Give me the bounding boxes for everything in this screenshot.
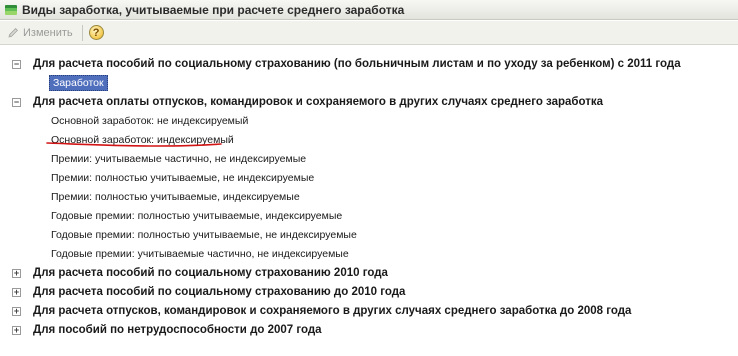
- tree-item-label: Премии: учитываемые частично, не индекси…: [51, 153, 307, 165]
- tree-item[interactable]: Премии: полностью учитываемые, индексиру…: [51, 188, 300, 206]
- pencil-icon: [8, 27, 18, 38]
- collapse-icon[interactable]: −: [12, 59, 21, 69]
- collapse-icon[interactable]: −: [12, 97, 21, 107]
- tree-item-label: Годовые премии: полностью учитываемые, н…: [51, 229, 357, 241]
- expand-icon[interactable]: +: [12, 287, 21, 297]
- tree-view: − Для расчета пособий по социальному стр…: [0, 46, 738, 356]
- tree-group-label: Для расчета пособий по социальному страх…: [33, 267, 388, 279]
- tree-item-label: Годовые премии: полностью учитываемые, и…: [51, 210, 343, 222]
- edit-button[interactable]: Изменить: [4, 23, 76, 43]
- app-icon: [5, 4, 17, 15]
- window-title: Виды заработка, учитываемые при расчете …: [22, 2, 405, 17]
- tree-item-label: Заработок: [49, 75, 108, 91]
- red-underline-annotation: [46, 142, 222, 147]
- tree-group-label: Для расчета оплаты отпусков, командирово…: [33, 96, 604, 108]
- help-icon[interactable]: ?: [88, 25, 104, 40]
- tree-item-label: Основной заработок: не индексируемый: [51, 115, 249, 127]
- tree-item-label: Годовые премии: учитываемые частично, не…: [51, 248, 349, 260]
- tree-item[interactable]: Годовые премии: учитываемые частично, не…: [51, 245, 349, 263]
- tree-group-label: Для расчета отпусков, командировок и сох…: [33, 305, 632, 317]
- tree-group-label: Для расчета пособий по социальному страх…: [33, 58, 681, 70]
- tree-item[interactable]: Премии: учитываемые частично, не индекси…: [51, 150, 306, 168]
- tree-item[interactable]: Заработок: [49, 74, 108, 92]
- tree-item[interactable]: Основной заработок: не индексируемый: [51, 112, 248, 130]
- tree-group-label: Для расчета пособий по социальному страх…: [33, 286, 406, 298]
- tree-item[interactable]: Годовые премии: полностью учитываемые, н…: [51, 226, 357, 244]
- tree-item-label: Премии: полностью учитываемые, не индекс…: [51, 172, 315, 184]
- toolbar-separator: [81, 24, 83, 41]
- tree-item[interactable]: Годовые премии: полностью учитываемые, и…: [51, 207, 342, 225]
- edit-button-label: Изменить: [23, 26, 73, 39]
- tree-item-label: Премии: полностью учитываемые, индексиру…: [51, 191, 300, 203]
- toolbar: Изменить ?: [0, 21, 738, 45]
- expand-icon[interactable]: +: [12, 268, 21, 278]
- expand-icon[interactable]: +: [12, 306, 21, 316]
- tree-group-label: Для пособий по нетрудоспособности до 200…: [33, 324, 322, 336]
- expand-icon[interactable]: +: [12, 325, 21, 335]
- tree-item[interactable]: Премии: полностью учитываемые, не индекс…: [51, 169, 314, 187]
- window-titlebar: Виды заработка, учитываемые при расчете …: [0, 0, 738, 20]
